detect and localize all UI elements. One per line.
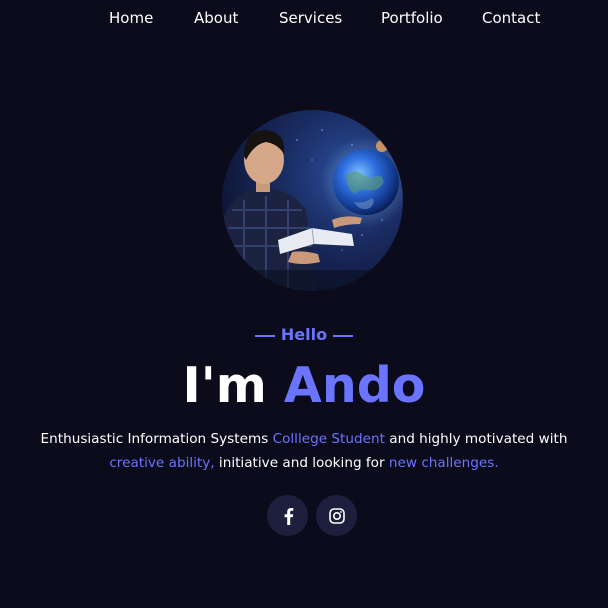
nav-contact-link[interactable]: Contact [482,8,540,28]
portfolio-page: Home About Services Portfolio Contact He… [0,0,608,608]
greeting-text: Hello [280,325,328,344]
instagram-icon [328,507,345,524]
top-nav: Home About Services Portfolio Contact [0,8,608,30]
description-line-1: Enthusiastic Information Systems Collleg… [0,427,608,451]
headline-prefix: I'm [182,357,267,414]
greeting-right-dash [333,334,354,337]
greeting: Hello [0,325,608,345]
profile-avatar [222,110,403,291]
facebook-icon [284,507,293,525]
nav-about-link[interactable]: About [194,8,238,28]
nav-services-link[interactable]: Services [279,8,342,28]
facebook-button[interactable] [267,495,308,536]
description-line-2: creative ability, initiative and looking… [0,451,608,475]
description-part-3: initiative and looking for [214,455,389,471]
profile-photo-illustration [222,129,403,291]
nav-portfolio-link[interactable]: Portfolio [381,8,443,28]
instagram-button[interactable] [316,495,357,536]
description-highlight-2: creative ability, [109,455,215,471]
headline-name: Ando [283,357,426,414]
description-part-1: Enthusiastic Information Systems [40,431,273,447]
nav-home-link[interactable]: Home [109,8,153,28]
hero-description: Enthusiastic Information Systems Collleg… [0,427,608,475]
description-part-2: and highly motivated with [384,431,568,447]
description-highlight-1: Colllege Student [272,431,385,447]
hero-headline: I'm Ando [0,356,608,416]
description-highlight-3: new challenges. [388,455,499,471]
greeting-left-dash [254,334,275,337]
